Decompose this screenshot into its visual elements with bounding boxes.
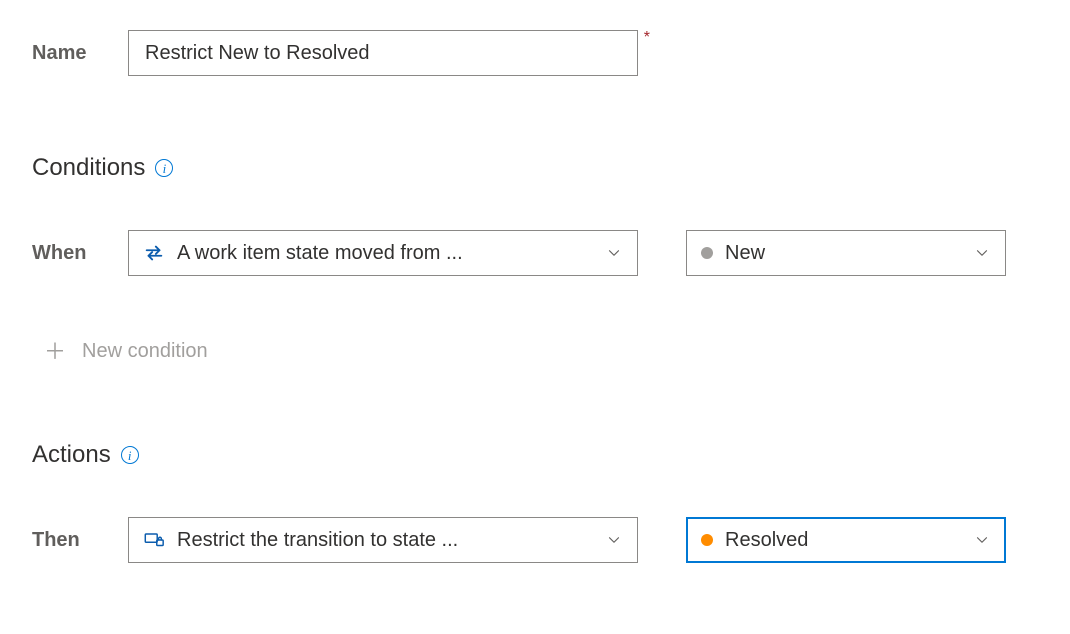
condition-row: When A work item state moved from ... Ne… xyxy=(32,230,1038,276)
condition-type-dropdown[interactable]: A work item state moved from ... xyxy=(128,230,638,276)
conditions-title: Conditions xyxy=(32,154,145,182)
when-label: When xyxy=(32,242,128,265)
plus-icon: ＋ xyxy=(44,341,66,363)
info-icon[interactable]: i xyxy=(121,446,139,464)
actions-title: Actions xyxy=(32,441,111,469)
chevron-down-icon xyxy=(605,531,623,549)
info-icon[interactable]: i xyxy=(155,159,173,177)
then-label: Then xyxy=(32,529,128,552)
action-type-dropdown[interactable]: Restrict the transition to state ... xyxy=(128,517,638,563)
state-move-icon xyxy=(143,242,165,264)
restrict-icon xyxy=(143,529,165,551)
add-condition-label: New condition xyxy=(82,340,208,363)
chevron-down-icon xyxy=(973,531,991,549)
required-indicator: * xyxy=(644,30,650,46)
actions-heading: Actions i xyxy=(32,441,1038,469)
action-type-text: Restrict the transition to state ... xyxy=(177,529,593,552)
condition-state-dropdown[interactable]: New xyxy=(686,230,1006,276)
name-row: Name * xyxy=(32,30,1038,76)
state-dot-icon xyxy=(701,247,713,259)
condition-type-text: A work item state moved from ... xyxy=(177,242,593,265)
chevron-down-icon xyxy=(973,244,991,262)
action-state-dropdown[interactable]: Resolved xyxy=(686,517,1006,563)
name-label: Name xyxy=(32,42,128,65)
name-input-wrap: * xyxy=(128,30,638,76)
name-input[interactable] xyxy=(128,30,638,76)
conditions-heading: Conditions i xyxy=(32,154,1038,182)
chevron-down-icon xyxy=(605,244,623,262)
condition-state-text: New xyxy=(725,242,961,265)
action-state-text: Resolved xyxy=(725,529,961,552)
action-row: Then Restrict the transition to state ..… xyxy=(32,517,1038,563)
state-dot-icon xyxy=(701,534,713,546)
add-condition-button[interactable]: ＋ New condition xyxy=(32,340,208,363)
